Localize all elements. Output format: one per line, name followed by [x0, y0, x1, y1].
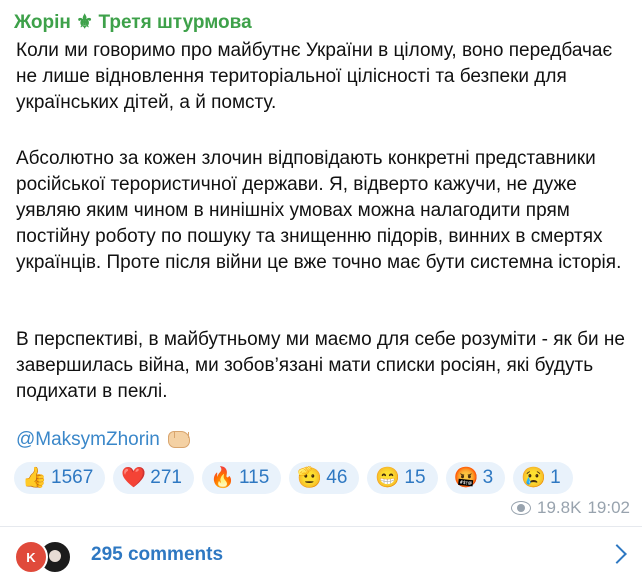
reaction-count: 1567 [51, 467, 94, 488]
reaction-swearing-face[interactable]: 🤬 3 [445, 462, 506, 494]
reaction-count: 115 [238, 467, 270, 488]
message-meta: 19.8K 19:02 [511, 498, 630, 518]
reactions-bar: 👍 1567 ❤️ 271 🔥 115 🫡 46 😁 15 🤬 3 😢 1 [14, 462, 573, 494]
reaction-count: 1 [550, 467, 561, 488]
comments-label: 295 comments [91, 544, 224, 565]
reaction-fire[interactable]: 🔥 115 [201, 462, 282, 494]
mention-link[interactable]: @MaksymZhorin [16, 429, 160, 450]
pointing-hand-icon: 🫡 [297, 467, 323, 489]
eye-icon [511, 501, 532, 515]
grin-icon: 😁 [375, 467, 401, 489]
heart-icon: ❤️ [121, 467, 147, 489]
reaction-count: 46 [326, 467, 348, 488]
swearing-face-icon: 🤬 [453, 467, 479, 489]
reaction-grin[interactable]: 😁 15 [367, 462, 438, 494]
message-bubble: Жорін ⚜ Третя штурмова Коли ми говоримо … [0, 0, 642, 586]
commenter-avatar: K [14, 540, 48, 574]
reaction-crying-face[interactable]: 😢 1 [513, 462, 573, 494]
thumbs-up-icon: 👍 [22, 467, 47, 489]
crying-face-icon: 😢 [521, 467, 547, 489]
fire-icon: 🔥 [209, 467, 235, 489]
channel-name[interactable]: Жорін ⚜ Третя штурмова [14, 11, 252, 34]
view-count: 19.8K [537, 498, 582, 517]
reaction-pointing-hand[interactable]: 🫡 46 [289, 462, 360, 494]
message-paragraph: Коли ми говоримо про майбутнє України в … [16, 40, 613, 113]
mention-link-row: @MaksymZhorin [16, 428, 192, 451]
message-time: 19:02 [587, 498, 630, 517]
message-paragraph: В перспективі, в майбутньому ми маємо дл… [16, 329, 625, 402]
reaction-heart[interactable]: ❤️ 271 [113, 462, 194, 494]
reaction-thumbs-up[interactable]: 👍 1567 [14, 462, 106, 494]
reaction-count: 271 [150, 467, 182, 488]
fist-bump-icon [166, 428, 192, 448]
message-paragraph: Абсолютно за кожен злочин відповідають к… [16, 148, 622, 273]
reaction-count: 15 [404, 467, 426, 488]
comments-button[interactable]: K 295 comments [0, 527, 642, 586]
reaction-count: 3 [482, 467, 494, 488]
chevron-right-icon [607, 544, 627, 564]
